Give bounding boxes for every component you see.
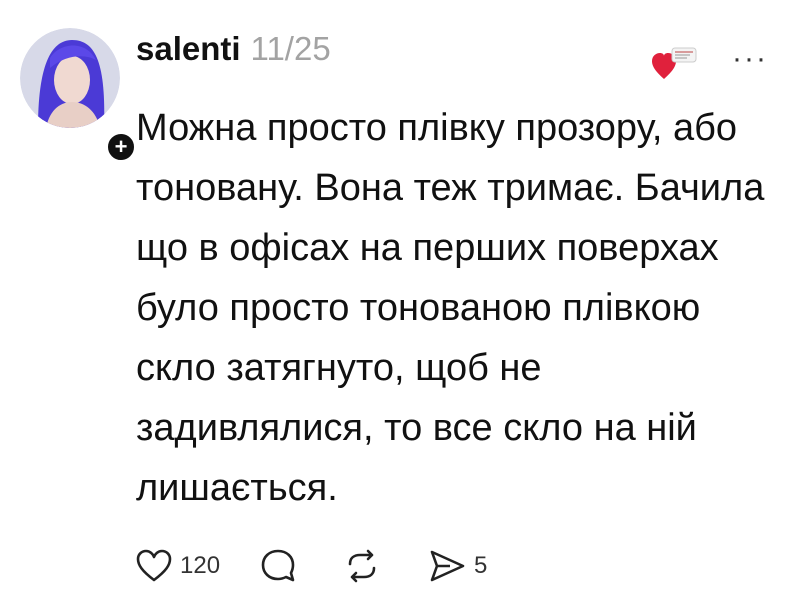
share-button[interactable]: 5	[428, 549, 487, 583]
like-button[interactable]: 120	[136, 549, 220, 583]
post-header: salenti 11/25	[136, 30, 331, 68]
repost-button[interactable]	[344, 548, 388, 584]
comment-icon	[261, 549, 295, 582]
post-actions: 120 5	[136, 548, 527, 584]
send-icon	[430, 550, 465, 582]
repost-icon	[348, 549, 376, 583]
avatar[interactable]	[20, 28, 120, 128]
post-text: Можна просто плівку прозору, або тонован…	[136, 107, 765, 509]
more-dots-icon[interactable]: ···	[732, 42, 768, 76]
heart-outline-icon	[136, 549, 172, 582]
heart-icon	[652, 47, 697, 79]
plus-icon: +	[114, 134, 128, 159]
follow-button[interactable]: +	[104, 130, 138, 164]
username[interactable]: salenti	[136, 30, 241, 68]
comment-button[interactable]	[260, 548, 304, 584]
share-count: 5	[474, 552, 488, 579]
post-date: 11/25	[250, 30, 331, 67]
avatar-container[interactable]: +	[20, 28, 138, 164]
like-count: 120	[180, 552, 221, 579]
